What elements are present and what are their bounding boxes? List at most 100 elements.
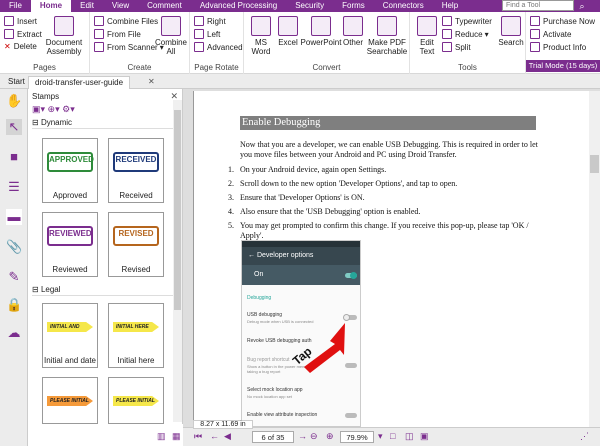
stamp-please-initial-and-date: PLEASE INITIAL AND DATE (47, 396, 93, 406)
excel-button[interactable]: Excel (276, 16, 300, 47)
group-tools: Edit Text Typewriter Reduce ▾ Split Searc… (410, 12, 526, 74)
phone-screenshot: ← Developer options On Debugging USB deb… (241, 240, 361, 427)
document-scrollbar[interactable] (589, 91, 600, 427)
next-page-icon[interactable]: → (298, 431, 307, 441)
menu-connectors[interactable]: Connectors (374, 0, 433, 12)
edit-text-label-1: Edit (420, 38, 434, 47)
bookmark-icon[interactable]: ■ (6, 149, 22, 165)
stamps-panel-title: Stamps (32, 92, 60, 101)
single-page-view-icon[interactable]: □ (390, 431, 395, 441)
back-arrow-icon: ← (248, 252, 257, 259)
rotate-left-button[interactable]: Left (194, 29, 220, 39)
stamp-label: Received (119, 191, 153, 200)
stamp-card-initial-and-date[interactable]: INITIAL AND DATE Initial and date (42, 303, 98, 368)
menu-edit[interactable]: Edit (71, 0, 103, 12)
stamp-card-approved[interactable]: APPROVED Approved (42, 138, 98, 203)
panel-scrollbar-thumb[interactable] (174, 110, 181, 310)
section-dynamic[interactable]: ⊟ Dynamic (32, 118, 177, 129)
page-insert-icon[interactable]: ▥ (157, 431, 166, 442)
typewriter-icon (442, 16, 452, 26)
menu-file[interactable]: File (0, 0, 31, 12)
stamp-card-initial-here[interactable]: INITIAL HERE Initial here (108, 303, 164, 368)
attachment-icon[interactable]: 📎 (6, 239, 22, 255)
menu-security[interactable]: Security (286, 0, 333, 12)
ribbon: Insert Extract ✕ Delete Document Assembly… (0, 12, 600, 74)
section-legal[interactable]: ⊟ Legal (32, 285, 177, 296)
stamp-label: Initial and date (43, 356, 97, 365)
stamp-card-please-initial-here[interactable]: PLEASE INITIAL HERE (108, 377, 164, 424)
stamp-card-please-initial-and-date[interactable]: PLEASE INITIAL AND DATE (42, 377, 98, 424)
insert-button[interactable]: Insert (4, 16, 37, 26)
page-number-field[interactable]: 6 of 35 (252, 431, 294, 443)
delete-button[interactable]: ✕ Delete (4, 42, 37, 51)
add-stamp-icon[interactable]: ⊕▾ (48, 104, 60, 114)
left-rail: ✋ ↖ ■ ☰ ▬ 📎 ✎ 🔒 ☁ (0, 89, 28, 446)
from-file-button[interactable]: From File (94, 29, 141, 39)
zoom-out-icon[interactable]: ⊖ (310, 431, 318, 442)
zoom-in-icon[interactable]: ⊕ (326, 431, 334, 442)
combine-files-button[interactable]: Combine Files (94, 16, 158, 26)
close-icon[interactable]: ✕ (142, 76, 161, 89)
lock-icon[interactable]: 🔒 (6, 297, 22, 313)
tab-document[interactable]: droid-transfer-user-guide (28, 76, 131, 89)
search-button[interactable]: Search (498, 16, 524, 47)
other-button[interactable]: Other (342, 16, 364, 47)
search-label: Search (498, 38, 524, 47)
stamp-icon[interactable]: ▬ (6, 209, 22, 225)
combine-all-button[interactable]: Combine All (154, 16, 188, 56)
tab-start[interactable]: Start (2, 76, 31, 89)
fit-page-icon[interactable]: ▣ (420, 431, 429, 442)
menu-help[interactable]: Help (433, 0, 467, 12)
search-icon[interactable]: ⌕ (576, 0, 588, 12)
chevron-down-icon[interactable]: ▾ (378, 431, 383, 442)
purchase-now-button[interactable]: Purchase Now (530, 16, 595, 26)
document-assembly-button[interactable]: Document Assembly (44, 16, 84, 56)
layers-icon[interactable]: ☁ (6, 325, 22, 341)
reduce-button[interactable]: Reduce ▾ (442, 29, 489, 39)
two-page-view-icon[interactable]: ◫ (405, 431, 414, 442)
rotate-right-button[interactable]: Right (194, 16, 226, 26)
edit-text-button[interactable]: Edit Text (414, 16, 440, 56)
document-scrollbar-thumb[interactable] (590, 155, 599, 173)
stamp-toolbar: ▣▾ ⊕▾ ⚙▾ (32, 104, 75, 115)
back-icon[interactable]: ◀ (224, 431, 231, 442)
previous-page-icon[interactable]: ← (210, 431, 219, 441)
rotate-right-label: Right (207, 16, 226, 26)
activate-button[interactable]: Activate (530, 29, 571, 39)
menu-home[interactable]: Home (30, 0, 72, 12)
stamp-tool-icon[interactable]: ▣▾ (32, 104, 45, 114)
select-icon[interactable]: ↖ (6, 119, 22, 135)
menu-advanced-processing[interactable]: Advanced Processing (191, 0, 286, 12)
make-pdf-searchable-button[interactable]: Make PDF Searchable (366, 16, 408, 56)
trial-mode-badge: Trial Mode (15 days) (526, 60, 600, 72)
menu-forms[interactable]: Forms (333, 0, 374, 12)
page-delete-icon[interactable]: ▦ (172, 431, 181, 442)
stamp-card-revised[interactable]: REVISED Revised (108, 212, 164, 277)
stamp-label: Initial here (117, 356, 155, 365)
hand-icon[interactable]: ✋ (6, 93, 22, 109)
searchable-pdf-icon (377, 16, 397, 36)
group-page-rotate: Right Left Advanced Page Rotate (190, 12, 244, 74)
ms-word-button[interactable]: MS Word (248, 16, 274, 56)
gear-icon[interactable]: ⚙▾ (62, 104, 75, 114)
comments-icon[interactable]: ✎ (6, 269, 22, 285)
extract-button[interactable]: Extract (4, 29, 42, 39)
menu-comment[interactable]: Comment (138, 0, 191, 12)
find-tool-input[interactable]: Find a Tool (502, 0, 574, 11)
rotate-advanced-button[interactable]: Advanced (194, 42, 243, 52)
split-icon (442, 42, 452, 52)
pages-icon[interactable]: ☰ (6, 179, 22, 195)
resize-grip-icon[interactable]: ⋰ (580, 431, 589, 442)
product-info-button[interactable]: Product Info (530, 42, 586, 52)
stamp-card-reviewed[interactable]: REVIEWED Reviewed (42, 212, 98, 277)
doc-step-1: On your Android device, again open Setti… (240, 165, 387, 174)
menu-view[interactable]: View (103, 0, 138, 12)
powerpoint-button[interactable]: PowerPoint (300, 16, 342, 47)
stamp-card-received[interactable]: RECEIVED Received (108, 138, 164, 203)
first-page-icon[interactable]: ⏮ (194, 431, 202, 442)
excel-icon (278, 16, 298, 36)
split-button[interactable]: Split (442, 42, 471, 52)
edit-text-icon (417, 16, 437, 36)
zoom-level-field[interactable]: 79.9% (340, 431, 374, 443)
typewriter-button[interactable]: Typewriter (442, 16, 492, 26)
